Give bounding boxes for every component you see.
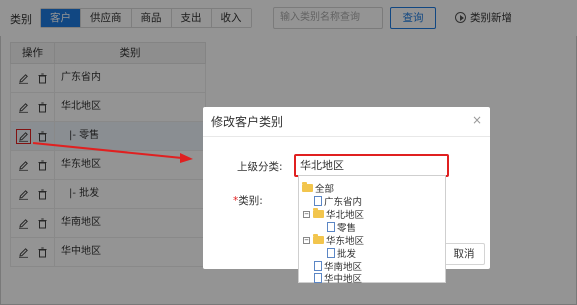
tree-node-label: 广东省内 [324, 197, 363, 208]
collapse-icon[interactable]: − [303, 210, 310, 218]
tree-node-huabei[interactable]: − 华北地区 [303, 208, 365, 221]
category-label-text: 类别: [238, 195, 263, 207]
parent-category-tree: 全部 广东省内 − 华北地区 零售 − 华东地区 批发 华南地区 华中地区 [298, 175, 446, 285]
document-icon [327, 222, 335, 232]
tree-node-label: 华中地区 [324, 274, 363, 285]
document-icon [314, 196, 322, 206]
document-icon [314, 261, 322, 271]
tree-node-label: 华北地区 [326, 210, 365, 221]
close-icon[interactable]: × [472, 113, 482, 127]
modal-title: 修改客户类别 [211, 115, 284, 129]
tree-node-label: 零售 [337, 223, 357, 234]
folder-icon [302, 182, 313, 192]
parent-category-label: 上级分类: [237, 161, 283, 173]
tree-node-guangdong[interactable]: 广东省内 [314, 195, 363, 208]
tree-node-huazhong[interactable]: 华中地区 [314, 272, 363, 285]
tree-node-label: 华东地区 [326, 236, 365, 247]
parent-category-select[interactable]: 华北地区 [294, 154, 449, 177]
folder-icon [313, 234, 324, 244]
tree-node-all[interactable]: 全部 [302, 182, 335, 195]
document-icon [314, 273, 322, 283]
tree-node-label: 批发 [337, 249, 357, 260]
collapse-icon[interactable]: − [303, 236, 310, 244]
cancel-button[interactable]: 取消 [443, 243, 485, 265]
tree-node-retail[interactable]: 零售 [327, 221, 357, 234]
tree-node-huadong[interactable]: − 华东地区 [303, 234, 365, 247]
modal-divider [203, 136, 490, 137]
tree-node-wholesale[interactable]: 批发 [327, 247, 357, 260]
document-icon [327, 248, 335, 258]
tree-node-label: 全部 [315, 184, 335, 195]
folder-icon [313, 208, 324, 218]
category-label: *类别: [233, 193, 263, 208]
